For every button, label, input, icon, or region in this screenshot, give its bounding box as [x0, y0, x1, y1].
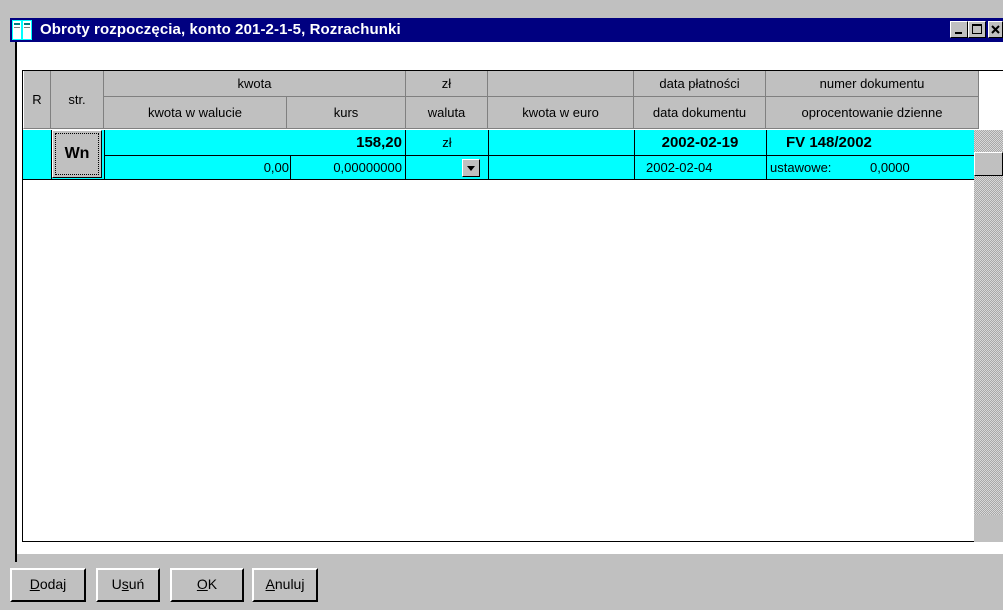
header-waluta[interactable]: waluta: [406, 97, 488, 129]
usun-label-hotkey: s: [121, 576, 129, 592]
close-icon: [991, 25, 1000, 34]
grid-line: [405, 130, 406, 180]
vertical-scrollbar[interactable]: [974, 130, 1003, 542]
row-oprocentowanie-label[interactable]: ustawowe:: [770, 157, 860, 179]
header-data-dokumentu[interactable]: data dokumentu: [634, 97, 766, 129]
row-data-platnosci[interactable]: 2002-02-19: [634, 131, 766, 155]
grid-line: [488, 130, 489, 180]
maximize-icon: [972, 24, 982, 34]
grid-line: [104, 130, 105, 180]
row-kurs[interactable]: 0,00000000: [294, 157, 402, 179]
anuluj-label-post: nuluj: [274, 576, 305, 592]
row-bottom-border: [23, 179, 974, 180]
row-data-dokumentu[interactable]: 2002-02-04: [646, 157, 764, 179]
grid-line: [634, 130, 635, 180]
dodaj-label-post: odaj: [39, 576, 67, 592]
header-oprocentowanie-dzienne[interactable]: oprocentowanie dzienne: [766, 97, 979, 129]
window-title: Obroty rozpoczęcia, konto 201-2-1-5, Roz…: [40, 21, 401, 38]
row-oprocentowanie-value[interactable]: 0,0000: [870, 157, 950, 179]
row-divider: [104, 155, 974, 156]
row-r-cell[interactable]: [23, 130, 51, 180]
usun-label-pre: U: [111, 576, 122, 592]
minimize-icon: [955, 32, 962, 34]
maximize-button[interactable]: [968, 21, 986, 38]
ok-button[interactable]: OK: [170, 568, 244, 602]
grid-line: [290, 155, 291, 180]
title-bar[interactable]: Obroty rozpoczęcia, konto 201-2-1-5, Roz…: [10, 18, 1003, 42]
header-numer-dokumentu[interactable]: numer dokumentu: [766, 71, 979, 97]
row-kwota[interactable]: 158,20: [104, 131, 402, 155]
header-zl[interactable]: zł: [406, 71, 488, 97]
row-kwota-w-euro[interactable]: [488, 157, 634, 179]
row-numer-dokumentu[interactable]: FV 148/2002: [786, 131, 974, 155]
dropdown-arrow-icon: [467, 166, 475, 171]
scrollbar-bottom[interactable]: [974, 515, 1003, 542]
header-str[interactable]: str.: [51, 71, 104, 129]
header-data-platnosci[interactable]: data płatności: [634, 71, 766, 97]
ok-label-post: K: [207, 576, 218, 592]
usun-label-post: uń: [128, 576, 145, 592]
header-kwota-w-euro[interactable]: kwota w euro: [488, 97, 634, 129]
ok-label-hotkey: O: [196, 576, 208, 592]
row-zl[interactable]: zł: [406, 131, 488, 155]
usun-button[interactable]: Usuń: [96, 568, 160, 602]
header-kwota-w-walucie[interactable]: kwota w walucie: [104, 97, 287, 129]
scrollbar-thumb[interactable]: [974, 152, 1003, 176]
side-wn-label: Wn: [55, 133, 99, 175]
anuluj-label-hotkey: A: [265, 576, 275, 592]
dialog-window: Obroty rozpoczęcia, konto 201-2-1-5, Roz…: [0, 0, 1003, 610]
close-button[interactable]: [988, 21, 1003, 38]
anuluj-button[interactable]: Anuluj: [252, 568, 318, 602]
app-icon: [12, 20, 32, 40]
dodaj-button[interactable]: Dodaj: [10, 568, 86, 602]
grid-line: [766, 130, 767, 180]
minimize-button[interactable]: [950, 21, 968, 38]
header-r[interactable]: R: [23, 71, 51, 129]
header-kurs[interactable]: kurs: [287, 97, 406, 129]
row-kwota-w-walucie[interactable]: 0,00: [104, 157, 289, 179]
header-kwota[interactable]: kwota: [104, 71, 406, 97]
side-wn-button[interactable]: Wn: [52, 130, 102, 178]
waluta-dropdown-button[interactable]: [462, 159, 480, 177]
header-empty[interactable]: [488, 71, 634, 97]
dodaj-label-hotkey: D: [29, 576, 40, 592]
